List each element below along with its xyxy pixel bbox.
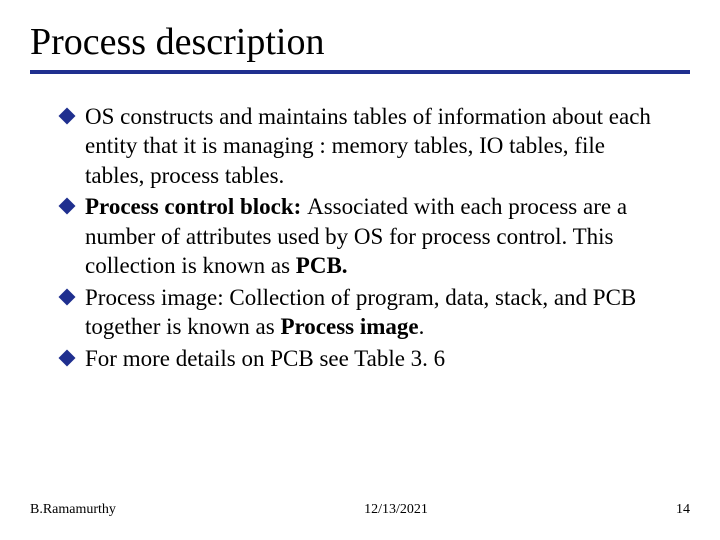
footer-page-number: 14 <box>676 502 690 518</box>
bullet-bold: PCB. <box>296 253 348 278</box>
diamond-bullet-icon <box>59 349 76 366</box>
bullet-item: Process control block: Associated with e… <box>85 192 670 280</box>
slide-footer: B.Ramamurthy 12/13/2021 14 <box>0 502 720 518</box>
bullet-text: . <box>419 314 425 339</box>
slide-content: OS constructs and maintains tables of in… <box>30 102 690 373</box>
diamond-bullet-icon <box>59 198 76 215</box>
bullet-bold: Process control block: <box>85 194 307 219</box>
slide: Process description OS constructs and ma… <box>0 0 720 540</box>
footer-author: B.Ramamurthy <box>30 502 116 518</box>
footer-date: 12/13/2021 <box>116 502 676 518</box>
slide-title: Process description <box>30 20 690 74</box>
bullet-item: Process image: Collection of program, da… <box>85 283 670 342</box>
bullet-text: For more details on PCB see Table 3. 6 <box>85 346 445 371</box>
bullet-text: OS constructs and maintains tables of in… <box>85 104 651 188</box>
diamond-bullet-icon <box>59 288 76 305</box>
bullet-bold: Process image <box>280 314 418 339</box>
bullet-item: For more details on PCB see Table 3. 6 <box>85 344 670 373</box>
diamond-bullet-icon <box>59 108 76 125</box>
bullet-item: OS constructs and maintains tables of in… <box>85 102 670 190</box>
